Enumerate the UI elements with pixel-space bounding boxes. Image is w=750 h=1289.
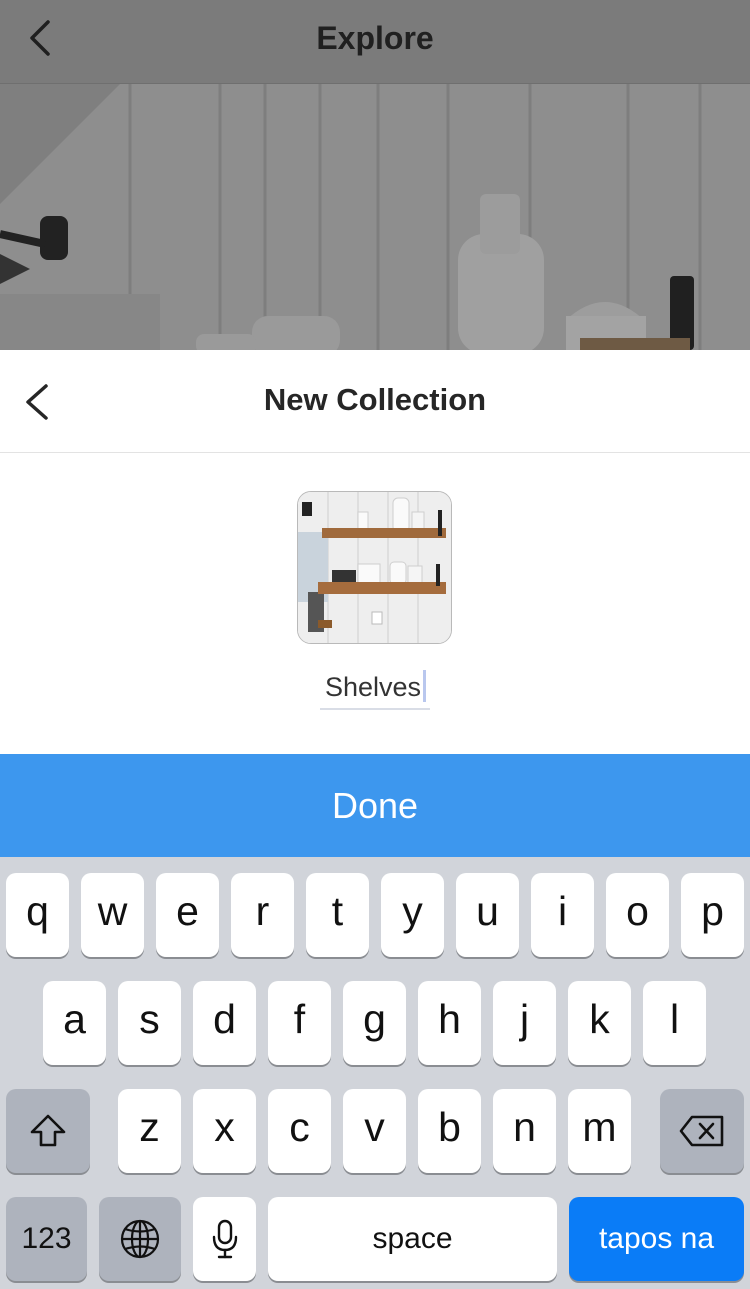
key-r[interactable]: r xyxy=(231,873,294,957)
key-t[interactable]: t xyxy=(306,873,369,957)
background-header: Explore xyxy=(0,0,750,84)
page-title: New Collection xyxy=(263,382,487,417)
key-b[interactable]: b xyxy=(418,1089,481,1173)
background-photo xyxy=(0,84,750,350)
globe-icon xyxy=(120,1219,160,1259)
sheet-header: New Collection xyxy=(0,350,750,453)
return-key[interactable]: tapos na xyxy=(569,1197,744,1281)
background-title: Explore xyxy=(316,20,434,56)
key-e[interactable]: e xyxy=(156,873,219,957)
background-explore-screen: Explore xyxy=(0,0,750,350)
key-q[interactable]: q xyxy=(6,873,69,957)
microphone-key[interactable] xyxy=(193,1197,256,1281)
collection-cover-thumbnail[interactable] xyxy=(297,491,452,644)
key-p[interactable]: p xyxy=(681,873,744,957)
collection-name-input[interactable]: Shelves xyxy=(320,668,430,710)
numbers-key[interactable]: 123 xyxy=(6,1197,87,1281)
key-s[interactable]: s xyxy=(118,981,181,1065)
backspace-icon xyxy=(679,1115,724,1147)
key-l[interactable]: l xyxy=(643,981,706,1065)
key-y[interactable]: y xyxy=(381,873,444,957)
globe-key[interactable] xyxy=(99,1197,181,1281)
key-i[interactable]: i xyxy=(531,873,594,957)
key-v[interactable]: v xyxy=(343,1089,406,1173)
key-f[interactable]: f xyxy=(268,981,331,1065)
key-d[interactable]: d xyxy=(193,981,256,1065)
space-key[interactable]: space xyxy=(268,1197,557,1281)
key-o[interactable]: o xyxy=(606,873,669,957)
key-h[interactable]: h xyxy=(418,981,481,1065)
text-cursor xyxy=(423,670,426,702)
key-a[interactable]: a xyxy=(43,981,106,1065)
key-c[interactable]: c xyxy=(268,1089,331,1173)
delete-key[interactable] xyxy=(660,1089,744,1173)
done-button[interactable]: Done xyxy=(0,754,750,857)
collection-name-value: Shelves xyxy=(325,672,422,702)
shift-icon xyxy=(30,1114,66,1147)
keyboard: q w e r t y u i o p a s d f g h j k l z … xyxy=(0,857,750,1289)
new-collection-sheet: New Collection Shelves Done xyxy=(0,350,750,857)
key-u[interactable]: u xyxy=(456,873,519,957)
shift-key[interactable] xyxy=(6,1089,90,1173)
key-n[interactable]: n xyxy=(493,1089,556,1173)
key-j[interactable]: j xyxy=(493,981,556,1065)
key-k[interactable]: k xyxy=(568,981,631,1065)
key-m[interactable]: m xyxy=(568,1089,631,1173)
key-x[interactable]: x xyxy=(193,1089,256,1173)
key-w[interactable]: w xyxy=(81,873,144,957)
key-g[interactable]: g xyxy=(343,981,406,1065)
microphone-icon xyxy=(212,1219,237,1259)
key-z[interactable]: z xyxy=(118,1089,181,1173)
